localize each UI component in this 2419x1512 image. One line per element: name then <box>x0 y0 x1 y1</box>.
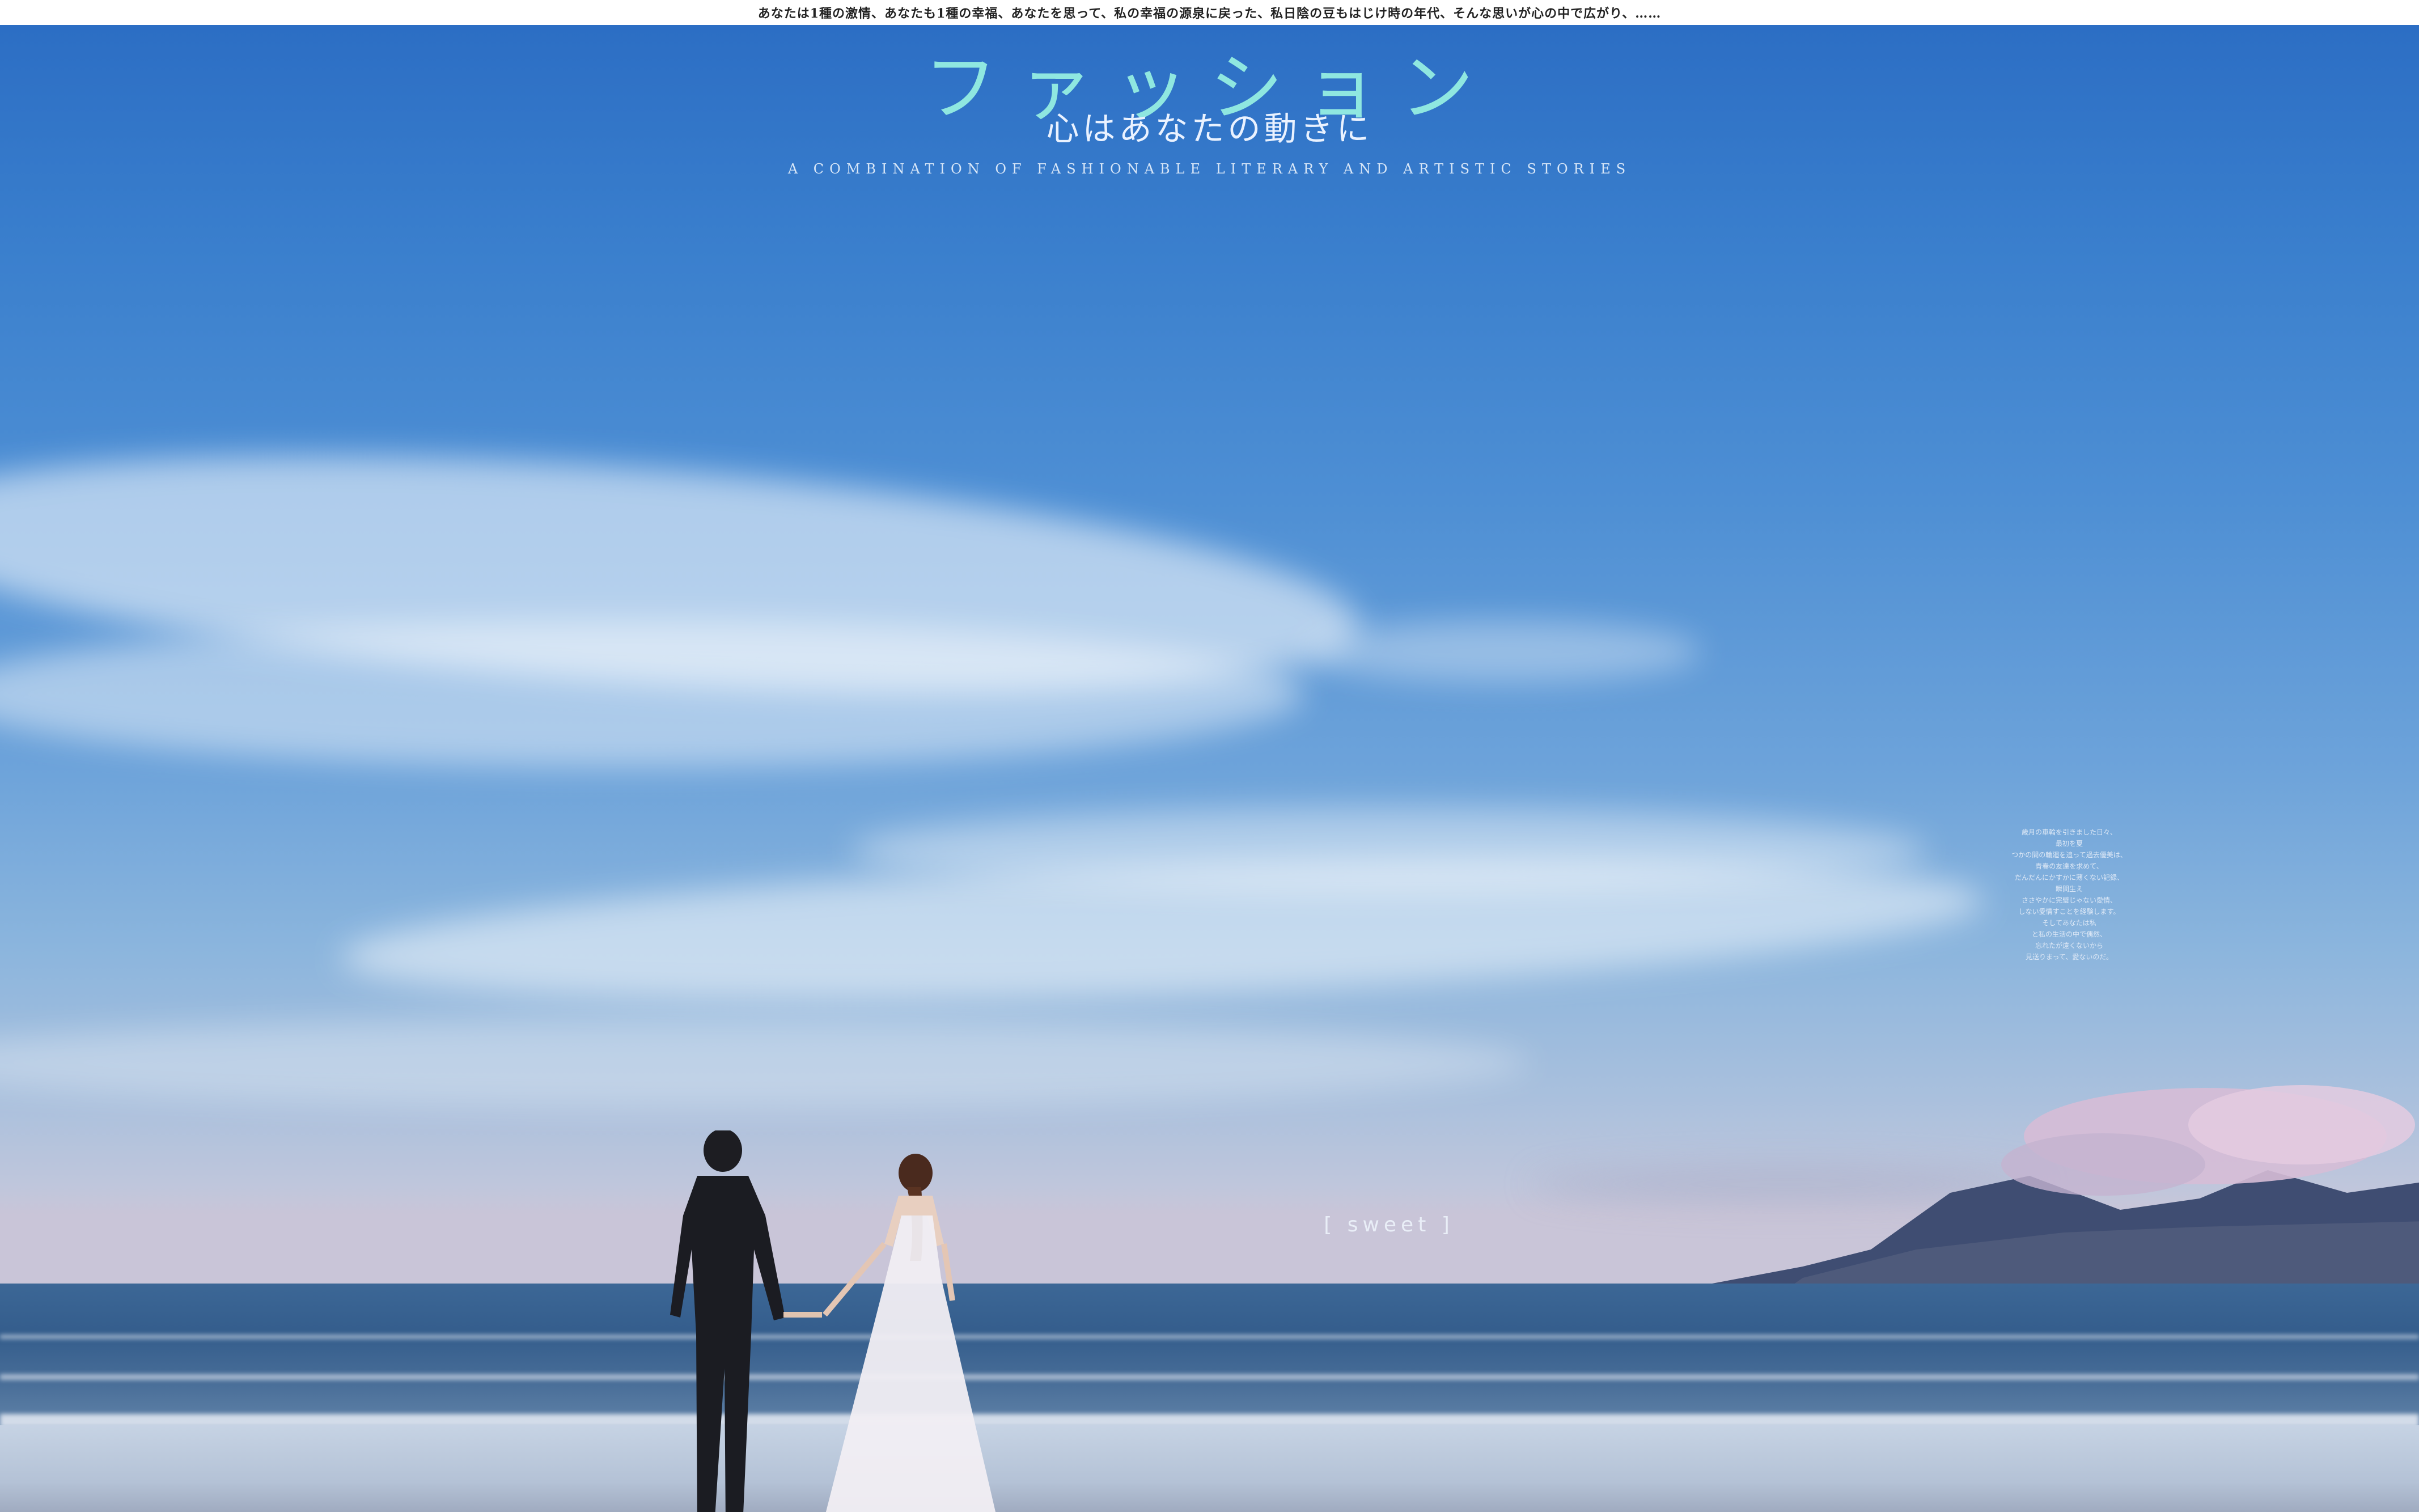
poem-line: 忘れたが遠くないから <box>2035 942 2103 950</box>
cloud <box>1304 620 1701 683</box>
wedding-beach-photo <box>0 25 2419 1512</box>
wave <box>0 1374 2419 1380</box>
sweet-label: [ sweet ] <box>1324 1213 1454 1236</box>
poem-block: 歳月の車輪を引きました日々、 最初を夏 つかの間の輪廻を追って過去優美は、 青春… <box>1990 827 2149 963</box>
poem-line: 歳月の車輪を引きました日々、 <box>2021 828 2117 836</box>
beach <box>0 1425 2419 1512</box>
poem-line: 青春の友達を求めて、 <box>2035 862 2103 870</box>
poem-line: と私の生活の中で偶然、 <box>2031 930 2107 938</box>
wave <box>0 1335 2419 1339</box>
poem-line: 見送りまって、愛ないのだ。 <box>2026 953 2113 961</box>
poem-line: そしてあなたは私 <box>2042 919 2096 927</box>
poem-line: 瞬間生え <box>2055 885 2083 893</box>
poem-line: ささやかに完璧じゃない愛情、 <box>2021 896 2117 904</box>
couple-figure <box>670 1130 996 1512</box>
poem-line: 最初を夏 <box>2055 840 2083 848</box>
cloud <box>850 807 1927 892</box>
poem-line: つかの間の輪廻を追って過去優美は、 <box>2011 851 2127 859</box>
cloud <box>0 1017 1531 1108</box>
top-quote-text: あなたは1種の激情、あなたも1種の幸福、あなたを思って、私の幸福の源泉に戻った、… <box>757 6 1662 21</box>
cloud <box>0 620 1304 768</box>
poster-subtitle: 心はあなたの動きに <box>1046 109 1373 148</box>
top-quote-strip: あなたは1種の激情、あなたも1種の幸福、あなたを思って、私の幸福の源泉に戻った、… <box>0 0 2419 25</box>
poem-line: だんだんにかすかに薄くない記録、 <box>2014 874 2124 882</box>
mountain-island <box>1633 1085 2419 1318</box>
poem-line: しない愛情すことを経験します。 <box>2018 908 2120 916</box>
poster-tagline: A COMBINATION OF FASHIONABLE LITERARY AN… <box>787 161 1632 177</box>
